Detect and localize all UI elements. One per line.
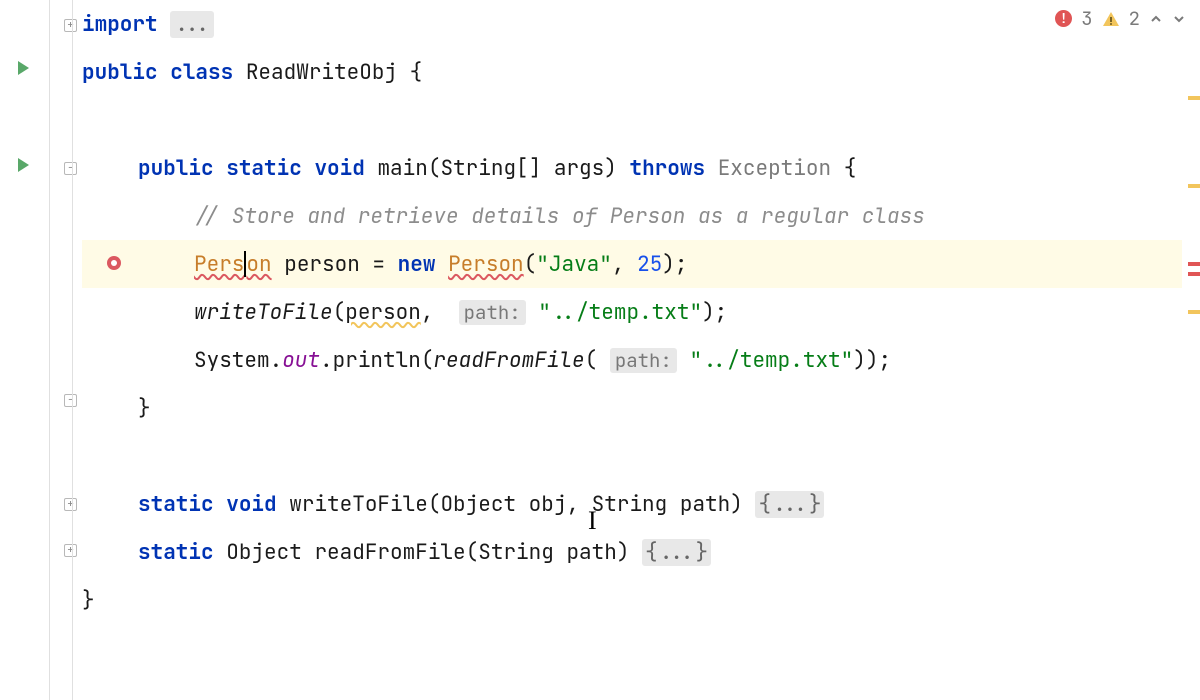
inspection-summary[interactable]: ! 3 2 — [1055, 6, 1186, 31]
string-literal: "Java" — [536, 251, 612, 278]
fold-placeholder[interactable]: {...} — [642, 539, 711, 566]
fold-placeholder[interactable]: {...} — [755, 491, 824, 518]
chevron-up-icon[interactable] — [1149, 12, 1163, 26]
class-name: ReadWriteObj — [246, 59, 397, 86]
fold-collapse-icon[interactable]: − — [64, 394, 77, 407]
gutter: + − − + + — [0, 0, 82, 700]
code-editor[interactable]: import ... public class ReadWriteObj { p… — [82, 0, 1200, 624]
number-literal: 25 — [637, 251, 662, 278]
keyword-new: new — [398, 251, 436, 278]
ctor-ref-person: Person — [448, 251, 524, 278]
chevron-down-icon[interactable] — [1172, 12, 1186, 26]
keyword-public: public — [82, 155, 214, 182]
method-name-readFromFile: readFromFile — [314, 539, 465, 566]
close-brace: } — [82, 395, 151, 422]
fold-expand-icon[interactable]: + — [64, 544, 77, 557]
error-stripe-bar[interactable] — [1186, 0, 1200, 700]
close-brace: } — [82, 587, 95, 614]
keyword-class: class — [170, 59, 233, 86]
call-readFromFile: readFromFile — [433, 347, 584, 374]
method-name-writeToFile: writeToFile — [289, 491, 428, 518]
arg-person: person — [345, 299, 421, 326]
gutter-fold-border — [72, 0, 73, 700]
warning-count: 2 — [1129, 6, 1140, 31]
exception-type: Exception — [718, 155, 831, 182]
keyword-void: void — [314, 155, 364, 182]
error-icon: ! — [1055, 10, 1072, 27]
fold-collapse-icon[interactable]: − — [64, 162, 77, 175]
method-name-main: main — [377, 155, 427, 182]
error-count: 3 — [1081, 6, 1092, 31]
string-literal: "../temp.txt" — [689, 347, 853, 374]
text-cursor-icon: I — [588, 506, 597, 536]
keyword-throws: throws — [629, 155, 705, 182]
error-stripe[interactable] — [1188, 272, 1200, 276]
call-writeToFile: writeToFile — [194, 299, 333, 326]
run-class-icon[interactable] — [14, 59, 32, 77]
keyword-public: public — [82, 59, 158, 86]
error-stripe[interactable] — [1188, 262, 1200, 266]
error-stripe[interactable] — [1188, 184, 1200, 188]
param-hint: path: — [459, 300, 526, 325]
param-hint: path: — [610, 348, 677, 373]
warning-icon — [1102, 10, 1120, 28]
fold-expand-icon[interactable]: + — [64, 498, 77, 511]
error-stripe[interactable] — [1188, 96, 1200, 100]
fold-placeholder[interactable]: ... — [170, 11, 214, 38]
fold-expand-icon[interactable]: + — [64, 19, 77, 32]
keyword-static: static — [226, 155, 302, 182]
run-main-icon[interactable] — [14, 156, 32, 174]
field-out: out — [282, 347, 320, 374]
keyword-import: import — [82, 11, 158, 38]
type-ref-person: Pers — [194, 251, 244, 278]
error-stripe[interactable] — [1188, 310, 1200, 314]
comment: // Store and retrieve details of Person … — [82, 203, 925, 230]
string-literal: "../temp.txt" — [538, 299, 702, 326]
gutter-border — [49, 0, 50, 700]
